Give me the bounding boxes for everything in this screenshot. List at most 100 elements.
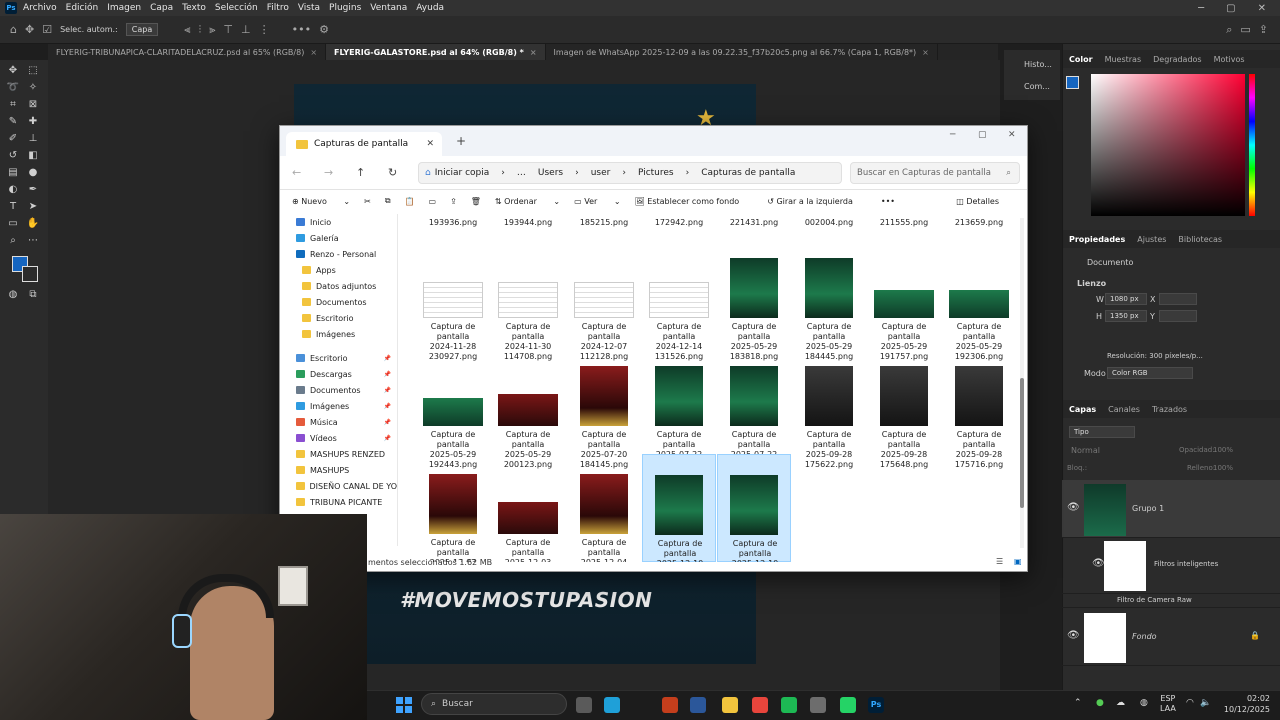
document-tab[interactable]: FLYERIG-GALASTORE.psd al 64% (RGB/8) * ×	[326, 44, 546, 60]
maximize-icon[interactable]: ▢	[1226, 3, 1235, 14]
clock[interactable]: 02:02 10/12/2025	[1216, 693, 1270, 715]
file-tile[interactable]: Captura depantalla2025-07-22225632.png	[717, 346, 791, 469]
close-icon[interactable]: ✕	[1008, 130, 1016, 140]
minimize-icon[interactable]: ─	[950, 130, 955, 140]
sort-button[interactable]: ⇅ Ordenar ⌄	[495, 197, 560, 206]
taskbar-search[interactable]: ⌕ Buscar	[421, 693, 567, 715]
menu-item-10[interactable]: Ayuda	[416, 3, 444, 13]
document-tab[interactable]: FLYERIG-TRIBUNAPICA-CLARITADELACRUZ.psd …	[48, 44, 327, 60]
move-tool-icon[interactable]: ✥	[6, 64, 20, 78]
layer-row[interactable]: 👁 Fondo 🔒	[1062, 610, 1280, 666]
marquee-tool-icon[interactable]: ⬚	[26, 64, 40, 78]
scrollbar-thumb[interactable]	[1020, 378, 1024, 508]
tab-layers[interactable]: Capas	[1069, 405, 1096, 414]
hue-slider[interactable]	[1249, 74, 1255, 216]
tab-libraries[interactable]: Bibliotecas	[1178, 235, 1222, 244]
tray-app-icon[interactable]: ●	[1096, 698, 1104, 708]
photoshop-icon[interactable]: Ps	[868, 697, 884, 713]
search-input[interactable]: Buscar en Capturas de pantalla ⌕	[850, 162, 1020, 184]
spotify-icon[interactable]	[781, 697, 797, 713]
stamp-tool-icon[interactable]: ⊥	[26, 132, 40, 146]
share-icon[interactable]: ⇪	[450, 197, 457, 206]
rename-icon[interactable]: ▭	[429, 197, 437, 206]
nav-item[interactable]: Galería	[280, 230, 397, 246]
nav-item[interactable]: TRIBUNA PICANTE	[280, 494, 397, 510]
nav-item[interactable]: Documentos 📌	[280, 382, 397, 398]
auto-select-dropdown[interactable]: Capa	[125, 23, 159, 36]
hand-tool-icon[interactable]: ✋	[26, 217, 40, 231]
history-panel-button[interactable]: Histo...	[1004, 50, 1060, 72]
task-view-icon[interactable]	[576, 697, 592, 713]
file-tile[interactable]: Captura de pantalla 2025-05-29 200123.png	[491, 346, 565, 469]
rotate-left-button[interactable]: ↺ Girar a la izquierda	[767, 197, 867, 206]
close-tab-icon[interactable]: ×	[922, 48, 929, 57]
foreground-color-icon[interactable]	[1066, 76, 1079, 89]
edge-icon[interactable]	[604, 697, 620, 713]
up-arrow-icon[interactable]: ↑	[356, 166, 365, 179]
pin-icon[interactable]: 📌	[384, 403, 391, 410]
pin-icon[interactable]: 📌	[384, 371, 391, 378]
align-right-icon[interactable]: ⫸	[209, 23, 215, 37]
more-icon[interactable]: …	[517, 168, 526, 178]
cut-icon[interactable]: ✂	[364, 197, 371, 206]
move-tool-icon[interactable]: ✥	[25, 23, 34, 36]
pin-icon[interactable]: 📌	[384, 419, 391, 426]
details-button[interactable]: ◫ Detalles	[956, 197, 1013, 206]
nav-item[interactable]: Apps	[280, 262, 397, 278]
delete-icon[interactable]: 🗑	[471, 197, 481, 206]
dodge-tool-icon[interactable]: ◐	[6, 183, 20, 197]
maximize-icon[interactable]: ▢	[978, 130, 987, 140]
quick-mask-icon[interactable]: ◍	[6, 288, 20, 302]
file-caption[interactable]: 221431.png	[717, 218, 791, 227]
visibility-eye-icon[interactable]: 👁	[1092, 558, 1105, 569]
eyedropper-icon[interactable]: ✎	[6, 115, 20, 129]
details-view-icon[interactable]: ☰	[996, 557, 1003, 566]
share-icon[interactable]: ⇪	[1259, 23, 1268, 36]
opacity-value[interactable]: 100%	[1213, 446, 1233, 454]
align-top-icon[interactable]: ⊤	[223, 23, 233, 36]
crop-tool-icon[interactable]: ⌗	[6, 98, 20, 112]
fill-value[interactable]: 100%	[1213, 464, 1233, 472]
tab-channels[interactable]: Canales	[1108, 405, 1140, 414]
brush-tool-icon[interactable]: ✐	[6, 132, 20, 146]
menu-item-8[interactable]: Plugins	[329, 3, 361, 13]
visibility-eye-icon[interactable]: 👁	[1067, 630, 1080, 641]
tab-paths[interactable]: Trazados	[1152, 405, 1187, 414]
file-tile[interactable]: Captura depantalla2025-12-03024810.png	[491, 454, 565, 562]
new-button[interactable]: ⊕ Nuevo ⌄	[292, 197, 350, 206]
comments-panel-button[interactable]: Com...	[1004, 72, 1060, 94]
file-caption[interactable]: 193936.png	[416, 218, 490, 227]
windows-start-icon[interactable]	[396, 697, 412, 713]
nav-item[interactable]: Escritorio	[280, 310, 397, 326]
pin-icon[interactable]: 📌	[384, 435, 391, 442]
refresh-icon[interactable]: ↻	[388, 166, 397, 179]
view-button[interactable]: ▭ Ver ⌄	[574, 197, 620, 206]
whatsapp-icon[interactable]	[840, 697, 856, 713]
home-icon[interactable]: ⌂	[10, 23, 17, 36]
align-center-icon[interactable]: ⫶	[198, 23, 201, 37]
visibility-eye-icon[interactable]: 👁	[1067, 502, 1080, 513]
gradient-tool-icon[interactable]: ▤	[6, 166, 20, 180]
thumbnail-view-icon[interactable]: ▣	[1014, 557, 1022, 566]
word-icon[interactable]	[690, 697, 706, 713]
menu-item-7[interactable]: Vista	[298, 3, 320, 13]
file-tile[interactable]: Captura de pantalla 2024-11-30 114708.png	[491, 238, 565, 361]
set-background-button[interactable]: 🖼 Establecer como fondo	[635, 197, 754, 206]
file-tile[interactable]: Captura de pantalla 2025-05-29 184445.png	[792, 238, 866, 361]
document-tab[interactable]: Imagen de WhatsApp 2025-12-09 a las 09.2…	[546, 44, 938, 60]
layer-row[interactable]: 👁 Grupo 1	[1062, 480, 1280, 538]
nav-item[interactable]: Escritorio 📌	[280, 350, 397, 366]
nav-item[interactable]: Descargas 📌	[280, 366, 397, 382]
file-tile[interactable]: Captura de pantalla 2025-07-20 184145.png	[567, 346, 641, 469]
magic-wand-icon[interactable]: ✧	[26, 81, 40, 95]
file-tile[interactable]: Captura depantalla2025-12-03021830.png	[416, 454, 490, 562]
healing-brush-icon[interactable]: ✚	[26, 115, 40, 129]
layer-row[interactable]: Filtro de Camera Raw	[1062, 594, 1280, 608]
align-middle-icon[interactable]: ⊥	[241, 23, 251, 36]
minimize-icon[interactable]: ─	[1198, 3, 1204, 14]
frame-tool-icon[interactable]: ⊠	[26, 98, 40, 112]
tab-patterns[interactable]: Motivos	[1214, 55, 1245, 64]
color-picker-field[interactable]	[1091, 74, 1245, 216]
tab-properties[interactable]: Propiedades	[1069, 235, 1125, 244]
explorer-tab[interactable]: Capturas de pantalla ✕	[286, 132, 442, 156]
